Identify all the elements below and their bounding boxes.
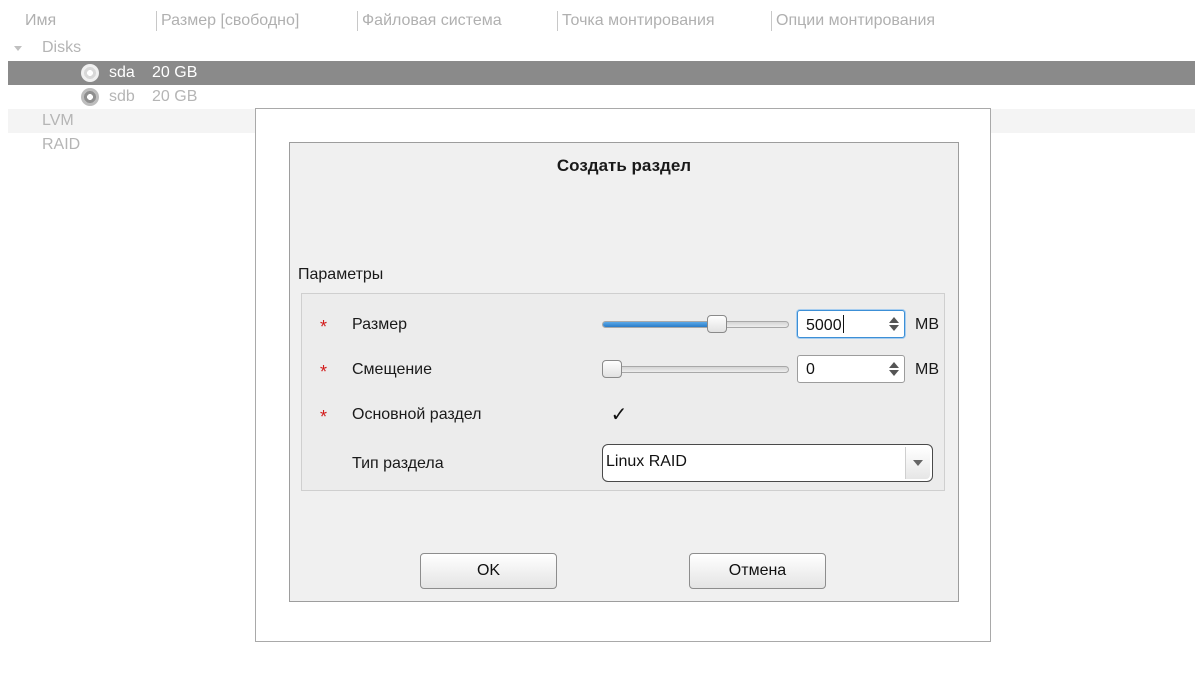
column-mount-options[interactable]: Опции монтирования (776, 10, 935, 32)
column-mountpoint[interactable]: Точка монтирования (562, 10, 715, 32)
partition-type-select[interactable]: Linux RAID (602, 444, 933, 482)
slider-handle[interactable] (602, 360, 622, 378)
dialog-title: Создать раздел (556, 156, 692, 175)
arrow-down-icon[interactable] (889, 370, 899, 376)
required-marker: * (320, 362, 328, 382)
size-value-text: 5000 (806, 317, 842, 334)
column-separator (557, 11, 558, 31)
partition-editor-window: Имя Размер [свободно] Файловая система Т… (0, 0, 1195, 698)
slider-handle[interactable] (707, 315, 728, 333)
tree-row-sda[interactable]: sda 20 GB (8, 61, 1195, 85)
arrow-up-icon[interactable] (889, 362, 899, 368)
arrow-down-icon[interactable] (889, 325, 899, 331)
slider-groove (602, 321, 789, 328)
partition-type-label: Тип раздела (352, 455, 444, 472)
size-slider[interactable] (602, 314, 789, 336)
size-spinbox[interactable]: 5000 (797, 310, 905, 338)
cancel-button[interactable]: Отмена (689, 553, 826, 589)
primary-partition-checkbox[interactable]: ✓ (609, 405, 629, 425)
hard-disk-icon (81, 88, 99, 106)
column-size[interactable]: Размер [свободно] (161, 10, 299, 32)
disk-name: sdb (109, 88, 135, 105)
offset-slider[interactable] (602, 359, 789, 381)
parameters-group-label: Параметры (298, 266, 384, 283)
column-separator (357, 11, 358, 31)
offset-label: Смещение (352, 361, 433, 378)
ok-button[interactable]: OK (420, 553, 557, 589)
required-marker: * (320, 317, 328, 337)
column-separator (156, 11, 157, 31)
partition-type-value: Linux RAID (606, 453, 687, 470)
hard-disk-icon (81, 64, 99, 82)
arrow-up-icon[interactable] (889, 317, 899, 323)
slider-groove (602, 366, 789, 373)
size-label: Размер (352, 316, 407, 333)
dropdown-arrow-icon (913, 460, 923, 466)
group-label: Disks (42, 39, 82, 56)
column-name[interactable]: Имя (25, 10, 56, 32)
disk-size: 20 GB (152, 88, 198, 105)
spin-arrows-icon[interactable] (886, 314, 902, 334)
size-unit: MB (915, 316, 939, 333)
text-caret (842, 315, 844, 333)
primary-partition-label: Основной раздел (352, 406, 482, 423)
column-filesystem[interactable]: Файловая система (362, 10, 502, 32)
disk-size: 20 GB (152, 64, 198, 81)
group-label: LVM (42, 112, 74, 129)
tree-row-sdb[interactable]: sdb 20 GB (8, 85, 1195, 109)
required-marker: * (320, 407, 328, 427)
spin-arrows-icon[interactable] (886, 359, 902, 379)
slider-fill (603, 322, 719, 327)
parameters-group: * Размер 5000 MB * Смещение 0 MB * Основ… (301, 293, 945, 491)
offset-value: 0 (806, 361, 815, 378)
column-separator (771, 11, 772, 31)
create-partition-dialog: Создать раздел Параметры * Размер 5000 M… (289, 142, 959, 602)
offset-spinbox[interactable]: 0 (797, 355, 905, 383)
dropdown-button[interactable] (905, 447, 930, 479)
tree-group-disks[interactable]: Disks (8, 36, 1195, 60)
disk-name: sda (109, 64, 135, 81)
triangle-down-icon[interactable] (14, 46, 22, 51)
group-label: RAID (42, 136, 81, 153)
offset-unit: MB (915, 361, 939, 378)
tree-header: Имя Размер [свободно] Файловая система Т… (8, 10, 1195, 32)
size-value: 5000 (806, 315, 844, 336)
